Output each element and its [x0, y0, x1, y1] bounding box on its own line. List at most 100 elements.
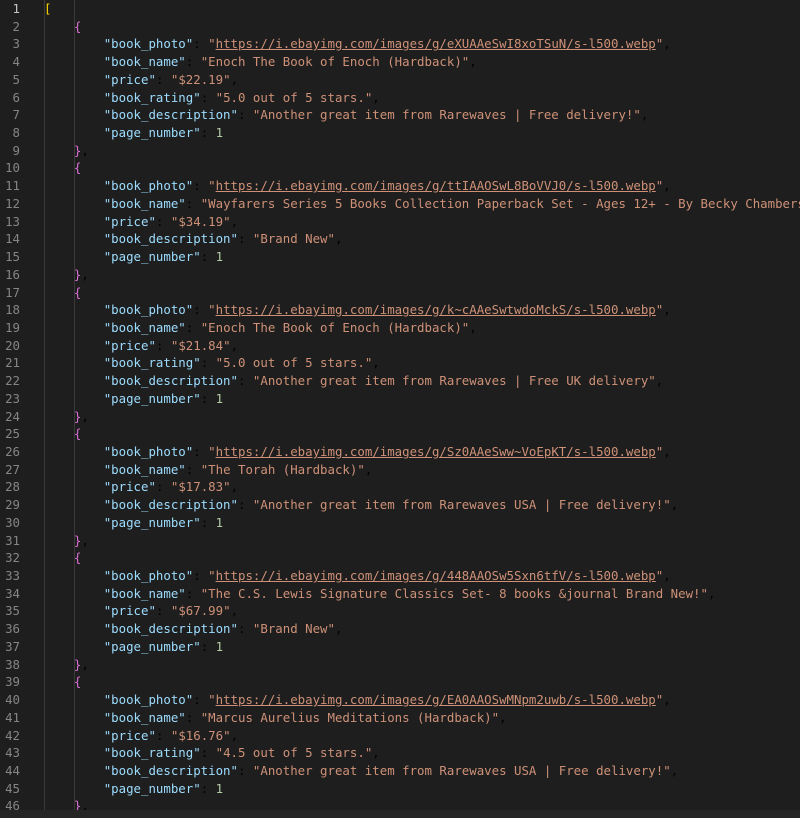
- code-text: "price": "$21.84",: [103, 337, 239, 353]
- code-line[interactable]: 29 "book_description": "Another great it…: [0, 496, 800, 514]
- object-brace: }: [73, 656, 82, 672]
- code-line[interactable]: 16 },: [0, 266, 800, 284]
- code-line[interactable]: 10 {: [0, 159, 800, 177]
- code-line[interactable]: 19 "book_name": "Enoch The Book of Enoch…: [0, 319, 800, 337]
- code-line[interactable]: 25 {: [0, 425, 800, 443]
- json-key: book_photo: [111, 178, 186, 194]
- code-line[interactable]: 6 "book_rating": "5.0 out of 5 stars.",: [0, 89, 800, 107]
- json-string: $34.19: [178, 213, 224, 229]
- json-string-quote: ": [461, 319, 470, 335]
- code-text: "book_rating": "5.0 out of 5 stars.",: [103, 89, 380, 105]
- json-key-quote: ": [178, 319, 186, 335]
- code-line[interactable]: 37 "page_number": 1: [0, 638, 800, 656]
- code-line[interactable]: 13 "price": "$34.19",: [0, 213, 800, 231]
- code-line[interactable]: 35 "price": "$67.99",: [0, 602, 800, 620]
- json-key: book_name: [111, 195, 179, 211]
- json-string: $22.19: [178, 71, 224, 87]
- horizontal-scrollbar[interactable]: [0, 810, 800, 818]
- code-line[interactable]: 15 "page_number": 1: [0, 248, 800, 266]
- object-brace: {: [73, 674, 82, 690]
- json-key: book_photo: [111, 692, 186, 708]
- code-line[interactable]: 18 "book_photo": "https://i.ebayimg.com/…: [0, 301, 800, 319]
- json-key: book_rating: [111, 89, 194, 105]
- code-line[interactable]: 17 {: [0, 284, 800, 302]
- code-line[interactable]: 9 },: [0, 142, 800, 160]
- json-key-quote: ": [193, 89, 201, 105]
- json-key: book_name: [111, 319, 179, 335]
- json-key: page_number: [111, 780, 194, 796]
- code-line[interactable]: 11 "book_photo": "https://i.ebayimg.com/…: [0, 177, 800, 195]
- code-line[interactable]: 22 "book_description": "Another great it…: [0, 372, 800, 390]
- json-string-quote: ": [215, 355, 224, 371]
- code-text: },: [73, 656, 89, 672]
- url-link[interactable]: https://i.ebayimg.com/images/g/EA0AAOSwM…: [216, 692, 656, 707]
- json-key-quote: ": [148, 603, 156, 619]
- url-link[interactable]: https://i.ebayimg.com/images/g/448AAOSw5…: [216, 568, 656, 583]
- code-line[interactable]: 21 "book_rating": "5.0 out of 5 stars.",: [0, 354, 800, 372]
- code-line[interactable]: 7 "book_description": "Another great ite…: [0, 106, 800, 124]
- line-number: 43: [5, 745, 20, 761]
- json-string-quote: ": [327, 621, 335, 637]
- code-line[interactable]: 41 "book_name": "Marcus Aurelius Meditat…: [0, 709, 800, 727]
- code-text: {: [44, 549, 81, 567]
- code-editor[interactable]: 1[2 {3 "book_photo": "https://i.ebayimg.…: [0, 0, 800, 818]
- code-line[interactable]: 28 "price": "$17.83",: [0, 478, 800, 496]
- json-string-quote: ": [364, 745, 373, 761]
- code-line[interactable]: 14 "book_description": "Brand New",: [0, 230, 800, 248]
- code-text: "page_number": 1: [103, 514, 224, 530]
- line-number: 14: [5, 231, 20, 247]
- code-line[interactable]: 20 "price": "$21.84",: [0, 337, 800, 355]
- code-line[interactable]: 39 {: [0, 673, 800, 691]
- code-line[interactable]: 23 "page_number": 1: [0, 390, 800, 408]
- code-text: "price": "$16.76",: [103, 727, 239, 743]
- code-line[interactable]: 38 },: [0, 656, 800, 674]
- code-line[interactable]: 24 },: [0, 408, 800, 426]
- json-key: page_number: [111, 125, 194, 141]
- url-link[interactable]: https://i.ebayimg.com/images/g/k~cAAeSwt…: [216, 302, 656, 317]
- json-string: Marcus Aurelius Meditations (Hardback): [208, 709, 492, 725]
- code-line[interactable]: 3 "book_photo": "https://i.ebayimg.com/i…: [0, 35, 800, 53]
- url-link[interactable]: https://i.ebayimg.com/images/g/Sz0AAeSww…: [216, 444, 656, 459]
- json-string-quote: ": [357, 461, 365, 477]
- json-key-quote: ": [193, 638, 201, 654]
- object-brace: }: [73, 142, 82, 158]
- url-link[interactable]: https://i.ebayimg.com/images/g/ttIAAOSwL…: [216, 178, 656, 193]
- object-brace: {: [73, 160, 82, 176]
- json-string-quote: ": [208, 36, 216, 52]
- json-key: book_description: [111, 762, 231, 778]
- code-line[interactable]: 4 "book_name": "Enoch The Book of Enoch …: [0, 53, 800, 71]
- line-number: 3: [12, 36, 20, 52]
- code-line[interactable]: 45 "page_number": 1: [0, 780, 800, 798]
- json-key: page_number: [111, 514, 194, 530]
- code-line[interactable]: 32 {: [0, 549, 800, 567]
- code-line[interactable]: 42 "price": "$16.76",: [0, 727, 800, 745]
- line-number: 42: [5, 727, 20, 743]
- code-line[interactable]: 30 "page_number": 1: [0, 514, 800, 532]
- code-line[interactable]: 5 "price": "$22.19",: [0, 71, 800, 89]
- code-line[interactable]: 36 "book_description": "Brand New",: [0, 620, 800, 638]
- json-key-quote: ": [185, 302, 194, 318]
- json-key-quote: ": [193, 249, 201, 265]
- code-text: [: [44, 0, 51, 18]
- code-line[interactable]: 33 "book_photo": "https://i.ebayimg.com/…: [0, 567, 800, 585]
- code-line[interactable]: 12 "book_name": "Wayfarers Series 5 Book…: [0, 195, 800, 213]
- code-line[interactable]: 27 "book_name": "The Torah (Hardback)",: [0, 461, 800, 479]
- json-string-quote: ": [655, 692, 664, 708]
- json-number: 1: [215, 390, 224, 406]
- code-line[interactable]: 43 "book_rating": "4.5 out of 5 stars.",: [0, 744, 800, 762]
- code-line[interactable]: 1[: [0, 0, 800, 18]
- code-line[interactable]: 8 "page_number": 1: [0, 124, 800, 142]
- code-line[interactable]: 26 "book_photo": "https://i.ebayimg.com/…: [0, 443, 800, 461]
- code-line[interactable]: 44 "book_description": "Another great it…: [0, 762, 800, 780]
- url-link[interactable]: https://i.ebayimg.com/images/g/eXUAAeSwI…: [216, 36, 656, 51]
- json-key-quote: ": [230, 107, 238, 123]
- code-line[interactable]: 31 },: [0, 532, 800, 550]
- array-bracket: [: [44, 1, 52, 16]
- line-number: 1: [12, 1, 20, 16]
- code-line[interactable]: 34 "book_name": "The C.S. Lewis Signatur…: [0, 585, 800, 603]
- code-line[interactable]: 2 {: [0, 18, 800, 36]
- code-line[interactable]: 40 "book_photo": "https://i.ebayimg.com/…: [0, 691, 800, 709]
- json-string-quote: ": [655, 178, 664, 194]
- json-key: book_name: [111, 709, 179, 725]
- line-number: 20: [5, 337, 20, 353]
